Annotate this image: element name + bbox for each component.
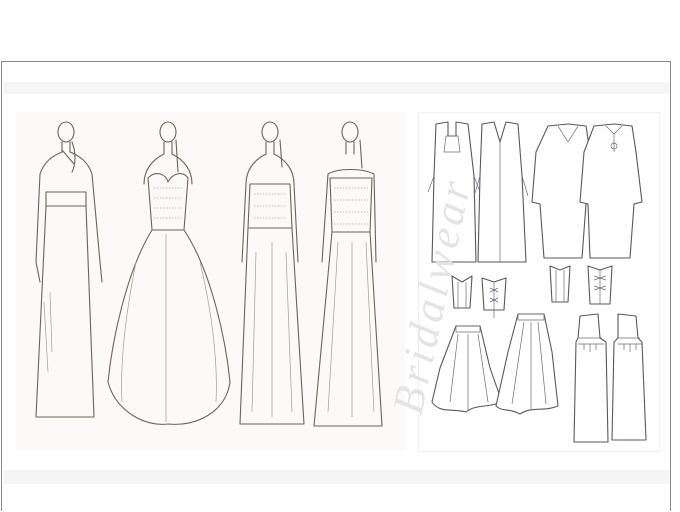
flat-caftan-back (579, 123, 643, 259)
top-band (4, 82, 670, 94)
fashion-sketches (35, 121, 383, 427)
flat-corset-b-front (549, 265, 571, 303)
sketch-off-shoulder-lace-gown (313, 121, 383, 427)
sketch-long-sleeve-column-gown (35, 121, 103, 418)
flat-corset-a-back (481, 277, 507, 318)
flat-strapless-column-front (573, 313, 609, 443)
flat-corset-b-back (587, 265, 613, 305)
flat-long-gown-back (473, 121, 529, 263)
flat-hi-lo-skirt-back (495, 313, 559, 415)
sketch-sweetheart-ballgown (107, 121, 231, 425)
flat-strapless-column-back (611, 313, 647, 441)
bridalwear-watermark: Bridalwear (383, 150, 481, 450)
bottom-band (4, 470, 670, 484)
sketch-strapless-column-gown (239, 121, 305, 425)
